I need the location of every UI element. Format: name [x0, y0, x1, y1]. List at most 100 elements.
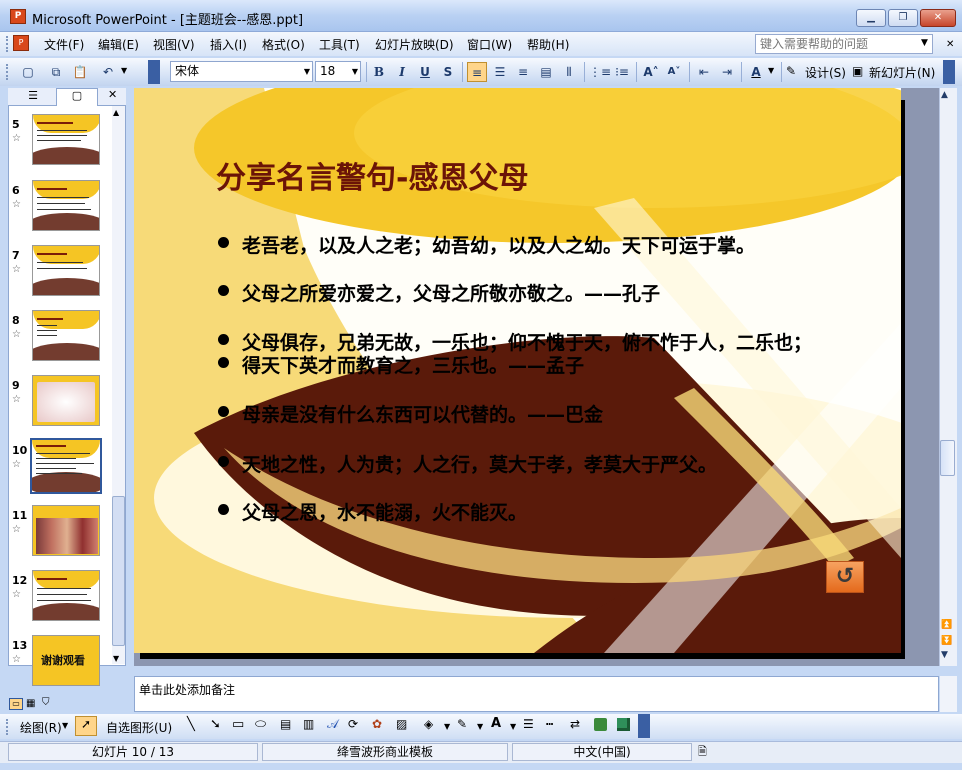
maximize-button[interactable]: ❐	[888, 9, 918, 27]
undo-icon[interactable]: ↶	[98, 62, 118, 82]
font-color-icon[interactable]: A	[491, 716, 501, 731]
slide-thumbnail-13[interactable]: 谢谢观看	[32, 635, 100, 686]
picture-icon[interactable]: ▨	[396, 717, 407, 731]
menu-help[interactable]: 帮助(H)	[527, 36, 569, 53]
justify-button[interactable]: ▤	[536, 62, 556, 82]
normal-view-button[interactable]: ▭	[9, 698, 23, 710]
slideshow-view-button[interactable]: ⛉	[42, 697, 50, 708]
slide-thumbnail-5[interactable]	[32, 114, 100, 165]
slide-thumbnail-6[interactable]	[32, 180, 100, 231]
decrease-indent-button[interactable]: ⇤	[694, 62, 714, 82]
notes-pane[interactable]	[134, 676, 939, 712]
fill-color-icon[interactable]: ◈	[424, 717, 433, 731]
help-search-input[interactable]: 键入需要帮助的问题	[755, 34, 933, 54]
underline-button[interactable]: U	[415, 62, 435, 82]
slide-sorter-view-button[interactable]: ▦	[26, 698, 35, 709]
line-color-icon[interactable]: ✎	[457, 717, 467, 731]
menu-slideshow[interactable]: 幻灯片放映(D)	[375, 36, 454, 53]
menu-insert[interactable]: 插入(I)	[210, 36, 247, 53]
font-color-dropdown-icon[interactable]: ▼	[510, 722, 516, 731]
dash-style-icon[interactable]: ┅	[546, 717, 553, 731]
slide-title[interactable]: 分享名言警句-感恩父母	[216, 153, 528, 197]
rectangle-icon[interactable]: ▭	[232, 717, 244, 732]
menu-tools[interactable]: 工具(T)	[319, 36, 360, 53]
clipart-icon[interactable]: ✿	[372, 717, 382, 731]
diagram-icon[interactable]: ⟳	[348, 717, 358, 731]
help-dropdown-icon[interactable]: ▼	[921, 38, 928, 48]
return-action-button[interactable]: ↺	[826, 561, 864, 593]
toolbar-overflow-icon[interactable]	[943, 60, 955, 84]
new-slide-button[interactable]: 新幻灯片(N)	[869, 64, 935, 81]
select-pointer-button[interactable]: ➚	[75, 716, 97, 736]
line-style-icon[interactable]: ☰	[523, 717, 534, 731]
textbox-icon[interactable]: ▤	[280, 717, 291, 731]
align-center-button[interactable]: ☰	[490, 62, 510, 82]
toolbar-overflow-icon[interactable]	[148, 60, 160, 84]
paste-icon[interactable]: 📋	[70, 62, 90, 82]
menu-close-icon[interactable]: ✕	[946, 39, 954, 50]
arrow-style-icon[interactable]: ⇄	[570, 717, 580, 731]
panel-close-icon[interactable]: ✕	[108, 88, 117, 101]
arrow-icon[interactable]: ➘	[210, 717, 221, 732]
increase-indent-button[interactable]: ⇥	[717, 62, 737, 82]
bold-button[interactable]: B	[369, 62, 389, 82]
shadow-style-icon[interactable]	[594, 718, 607, 731]
next-slide-icon[interactable]: ⏬	[941, 636, 952, 646]
font-color-button[interactable]: A	[746, 62, 766, 82]
numbering-button[interactable]: ⋮≡	[589, 62, 611, 82]
increase-font-button[interactable]: A˄	[641, 62, 661, 82]
font-size-select[interactable]: 18 ▼	[315, 61, 361, 82]
align-left-button[interactable]: ≡	[467, 62, 487, 82]
slide-thumbnail-11[interactable]	[32, 505, 100, 556]
notes-scrollbar[interactable]	[940, 676, 957, 712]
document-icon[interactable]: P	[13, 35, 29, 51]
scroll-down-icon[interactable]: ▼	[941, 650, 948, 660]
new-icon[interactable]: ▢	[18, 62, 38, 82]
minimize-button[interactable]: ▁	[856, 9, 886, 27]
shadow-button[interactable]: S	[438, 62, 458, 82]
previous-slide-icon[interactable]: ⏫	[941, 620, 952, 630]
slide-vertical-scrollbar[interactable]	[939, 88, 957, 666]
bullet-text[interactable]: 母亲是没有什么东西可以代替的。——巴金	[242, 400, 603, 427]
tab-outline[interactable]: ☰	[12, 89, 54, 105]
slide-thumbnail-8[interactable]	[32, 310, 100, 361]
close-button[interactable]: ✕	[920, 9, 956, 27]
menu-grip[interactable]	[6, 36, 10, 52]
3d-style-icon[interactable]	[617, 718, 630, 731]
bullet-text[interactable]: 天地之性，人为贵；人之行，莫大于孝，孝莫大于严父。	[242, 450, 717, 477]
wordart-icon[interactable]: 𝒜	[327, 717, 338, 732]
copy-icon[interactable]: ⧉	[46, 62, 66, 82]
scroll-up-icon[interactable]: ▲	[113, 108, 119, 117]
menu-file[interactable]: 文件(F)	[44, 36, 84, 53]
undo-dropdown-icon[interactable]: ▼	[121, 66, 127, 75]
distribute-button[interactable]: ⦀	[559, 62, 579, 82]
slide-thumbnail-9[interactable]	[32, 375, 100, 426]
draw-menu-button[interactable]: 绘图(R)	[20, 719, 62, 736]
bullet-text[interactable]: 父母之恩，水不能溺，火不能灭。	[242, 498, 527, 525]
fill-dropdown-icon[interactable]: ▼	[444, 722, 450, 731]
tab-slides[interactable]: ▢	[56, 88, 98, 106]
font-name-select[interactable]: 宋体 ▼	[170, 61, 313, 82]
font-color-dropdown-icon[interactable]: ▼	[768, 66, 774, 75]
bullet-text[interactable]: 老吾老，以及人之老；幼吾幼，以及人之幼。天下可运于掌。	[242, 231, 755, 258]
menu-view[interactable]: 视图(V)	[153, 36, 195, 53]
slide-thumbnail-10-selected[interactable]	[30, 438, 102, 494]
toolbar-grip[interactable]	[6, 64, 10, 80]
menu-window[interactable]: 窗口(W)	[467, 36, 512, 53]
bullet-text[interactable]: 得天下英才而教育之，三乐也。——孟子	[242, 351, 584, 378]
menu-edit[interactable]: 编辑(E)	[98, 36, 139, 53]
spellcheck-icon[interactable]: 🗎	[698, 743, 720, 761]
design-button[interactable]: 设计(S)	[805, 64, 846, 81]
line-color-dropdown-icon[interactable]: ▼	[477, 722, 483, 731]
notes-placeholder[interactable]: 单击此处添加备注	[139, 681, 235, 698]
line-icon[interactable]: ╲	[187, 717, 195, 732]
align-right-button[interactable]: ≡	[513, 62, 533, 82]
bullets-button[interactable]: ⁝≡	[612, 62, 632, 82]
decrease-font-button[interactable]: A˅	[664, 62, 684, 82]
oval-icon[interactable]: ⬭	[255, 717, 266, 732]
draw-dropdown-icon[interactable]: ▼	[62, 721, 68, 730]
slide-thumbnail-12[interactable]	[32, 570, 100, 621]
slide-thumbnail-7[interactable]	[32, 245, 100, 296]
scroll-down-icon[interactable]: ▼	[113, 654, 119, 663]
scroll-up-icon[interactable]: ▲	[941, 90, 948, 100]
